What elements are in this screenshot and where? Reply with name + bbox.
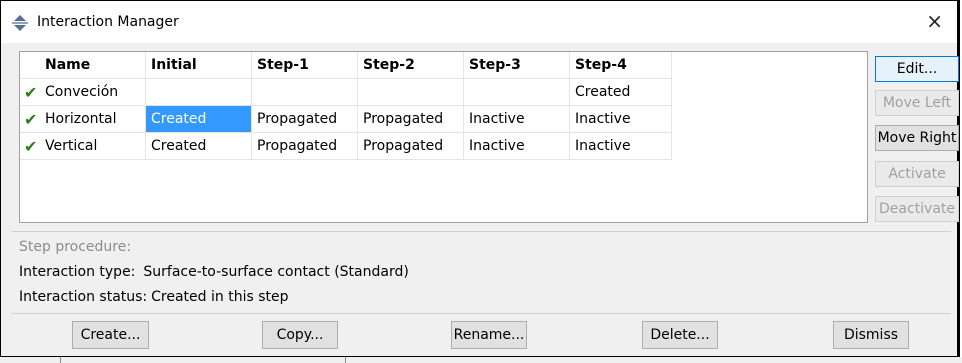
column-header-step-4[interactable]: Step-4 (569, 52, 672, 79)
table-cell[interactable] (463, 78, 570, 106)
selected-table-cell[interactable]: Created (145, 105, 252, 133)
divider (11, 231, 951, 232)
edit-button[interactable]: Edit... (875, 56, 959, 82)
interaction-type-label: Interaction type: (19, 264, 136, 280)
table-cell[interactable]: Created (569, 78, 672, 106)
move-left-button[interactable]: Move Left (875, 90, 959, 116)
interaction-type-value: Surface-to-surface contact (Standard) (143, 264, 409, 280)
table-cell[interactable]: Vertical (40, 132, 146, 160)
table-cell[interactable]: Propagated (251, 132, 358, 160)
divider (11, 313, 951, 314)
table-cell[interactable]: Inactive (463, 132, 570, 160)
divider (60, 357, 61, 363)
rename-button[interactable]: Rename... (451, 321, 527, 349)
table-header-row: Name Initial Step-1 Step-2 Step-3 Step-4 (20, 52, 672, 79)
delete-button[interactable]: Delete... (642, 321, 718, 349)
table-cell[interactable]: Propagated (251, 105, 358, 133)
column-header-name[interactable]: Name (40, 52, 146, 79)
table-cell[interactable]: Conveción (40, 78, 146, 106)
copy-button[interactable]: Copy... (262, 321, 338, 349)
table-cell[interactable]: Horizontal (40, 105, 146, 133)
table-row[interactable]: ✔ Conveción Created (20, 78, 672, 106)
table-cell[interactable] (145, 78, 252, 106)
checkmark-icon: ✔ (24, 109, 38, 129)
checkmark-icon: ✔ (24, 136, 38, 156)
table-cell[interactable]: Propagated (357, 132, 464, 160)
column-header-step-1[interactable]: Step-1 (251, 52, 358, 79)
interaction-table: Name Initial Step-1 Step-2 Step-3 Step-4… (19, 51, 868, 223)
create-button[interactable]: Create... (72, 321, 149, 349)
table-cell[interactable]: Created (145, 132, 252, 160)
table-cell[interactable]: Inactive (569, 132, 672, 160)
table-cell[interactable]: Inactive (569, 105, 672, 133)
background-strip (0, 357, 962, 363)
checkmark-icon: ✔ (24, 82, 38, 102)
deactivate-button[interactable]: Deactivate (875, 196, 959, 222)
dismiss-button[interactable]: Dismiss (833, 321, 909, 349)
table-row[interactable]: ✔ Vertical Created Propagated Propagated… (20, 132, 672, 160)
table-cell[interactable] (251, 78, 358, 106)
interaction-status-label: Interaction status: (19, 289, 148, 305)
interaction-manager-icon (12, 15, 28, 31)
title-bar[interactable]: Interaction Manager × (1, 1, 957, 43)
status-column-header (20, 52, 40, 79)
column-header-step-2[interactable]: Step-2 (357, 52, 464, 79)
activate-button[interactable]: Activate (875, 161, 959, 187)
step-procedure-label: Step procedure: (19, 239, 132, 255)
window-title: Interaction Manager (37, 14, 179, 30)
divider (345, 357, 346, 363)
column-header-initial[interactable]: Initial (145, 52, 252, 79)
table-cell[interactable]: Inactive (463, 105, 570, 133)
move-right-button[interactable]: Move Right (875, 125, 959, 151)
close-icon[interactable]: × (926, 10, 943, 32)
table-cell[interactable] (357, 78, 464, 106)
column-header-step-3[interactable]: Step-3 (463, 52, 570, 79)
interaction-manager-window: Interaction Manager × Name Initial Step-… (0, 0, 960, 357)
table-row[interactable]: ✔ Horizontal Created Propagated Propagat… (20, 105, 672, 133)
table-cell[interactable]: Propagated (357, 105, 464, 133)
interaction-status-row: Interaction status: Created in this step (19, 289, 289, 305)
interaction-status-value: Created in this step (151, 289, 289, 305)
interaction-type-row: Interaction type: Surface-to-surface cont… (19, 264, 409, 280)
